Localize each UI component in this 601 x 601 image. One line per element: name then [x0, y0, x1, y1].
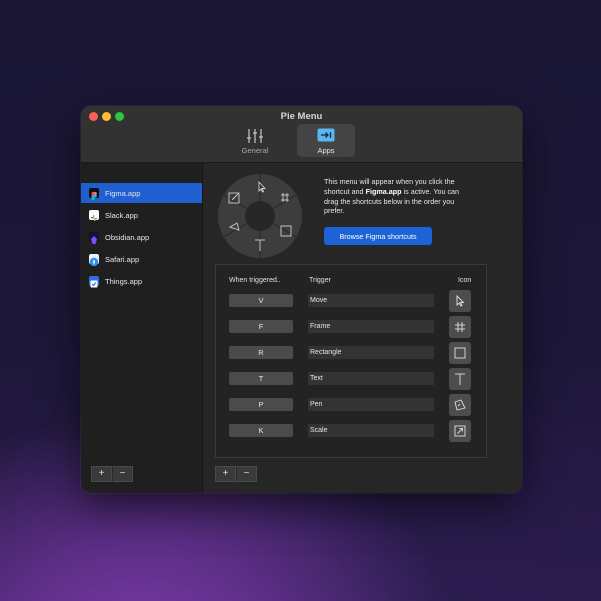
- safari-icon: [89, 254, 99, 267]
- column-header-icon: Icon: [458, 277, 472, 284]
- figma-icon: [89, 188, 99, 201]
- table-row[interactable]: R Rectangle: [216, 342, 486, 364]
- icon-picker-button[interactable]: [449, 316, 471, 338]
- sidebar-item-label: Figma.app: [105, 188, 141, 198]
- remove-shortcut-button[interactable]: −: [236, 466, 257, 482]
- shortcut-key-button[interactable]: V: [229, 294, 293, 307]
- app-description: This menu will appear when you click the…: [324, 177, 464, 216]
- tab-apps[interactable]: Apps: [297, 124, 355, 157]
- things-icon: [89, 276, 99, 288]
- table-row[interactable]: P Pen: [216, 394, 486, 416]
- column-header-trigger: Trigger: [309, 277, 331, 284]
- scale-icon: [454, 425, 466, 437]
- trigger-field[interactable]: Rectangle: [308, 346, 434, 359]
- shortcut-key-button[interactable]: F: [229, 320, 293, 333]
- pen-icon: [454, 399, 466, 411]
- pointer-icon: [456, 294, 465, 307]
- shortcut-key-button[interactable]: T: [229, 372, 293, 385]
- tab-general[interactable]: General: [226, 124, 284, 157]
- browse-shortcuts-button[interactable]: Browse Figma shortcuts: [324, 227, 432, 245]
- shortcut-key-button[interactable]: P: [229, 398, 293, 411]
- trigger-field[interactable]: Move: [308, 294, 434, 307]
- trigger-field[interactable]: Frame: [308, 320, 434, 333]
- icon-picker-button[interactable]: [449, 420, 471, 442]
- title-bar: Pie Menu General Apps: [81, 106, 522, 163]
- frame-icon: [455, 322, 465, 332]
- shortcut-key-button[interactable]: K: [229, 424, 293, 437]
- app-settings-panel: This menu will appear when you click the…: [203, 163, 522, 493]
- sidebar-item-obsidian[interactable]: Obsidian.app: [81, 227, 202, 247]
- sidebar-item-figma[interactable]: Figma.app: [81, 183, 202, 203]
- shortcuts-table: When triggered.. Trigger Icon V Move F F…: [215, 264, 487, 458]
- icon-picker-button[interactable]: [449, 394, 471, 416]
- sidebar-item-label: Obsidian.app: [105, 232, 150, 242]
- text-icon: [455, 373, 465, 385]
- remove-app-button[interactable]: −: [112, 466, 133, 482]
- pie-menu-preview[interactable]: [217, 173, 303, 259]
- tab-apps-label: Apps: [317, 146, 335, 155]
- add-app-button[interactable]: +: [91, 466, 112, 482]
- trigger-field[interactable]: Pen: [308, 398, 434, 411]
- table-row[interactable]: V Move: [216, 290, 486, 312]
- table-row[interactable]: T Text: [216, 368, 486, 390]
- rectangle-icon: [454, 347, 466, 359]
- obsidian-icon: [89, 232, 99, 244]
- pie-menu-window: Pie Menu General Apps Figma.app Slack.ap…: [81, 106, 522, 493]
- sidebar-add-remove: + −: [91, 466, 133, 482]
- apps-sidebar: Figma.app Slack.app Obsidian.app Safari.…: [81, 163, 203, 493]
- shortcut-key-button[interactable]: R: [229, 346, 293, 359]
- sidebar-item-label: Things.app: [105, 276, 143, 286]
- icon-picker-button[interactable]: [449, 290, 471, 312]
- sidebar-item-safari[interactable]: Safari.app: [81, 249, 202, 269]
- shortcuts-add-remove: + −: [215, 466, 257, 482]
- sidebar-item-things[interactable]: Things.app: [81, 271, 202, 291]
- table-row[interactable]: F Frame: [216, 316, 486, 338]
- table-row[interactable]: K Scale: [216, 420, 486, 442]
- window-title: Pie Menu: [280, 111, 323, 122]
- arrow-right-to-bar-icon: [317, 128, 335, 142]
- sidebar-item-label: Slack.app: [105, 210, 138, 220]
- sidebar-item-label: Safari.app: [105, 254, 140, 264]
- slack-icon: [89, 210, 99, 221]
- icon-picker-button[interactable]: [449, 342, 471, 364]
- description-app-name: Figma.app: [365, 186, 402, 196]
- sidebar-item-slack[interactable]: Slack.app: [81, 205, 202, 225]
- sliders-icon: [247, 129, 263, 143]
- tab-general-label: General: [241, 146, 269, 155]
- trigger-field[interactable]: Text: [308, 372, 434, 385]
- column-header-when-triggered: When triggered..: [229, 277, 281, 284]
- icon-picker-button[interactable]: [449, 368, 471, 390]
- add-shortcut-button[interactable]: +: [215, 466, 236, 482]
- trigger-field[interactable]: Scale: [308, 424, 434, 437]
